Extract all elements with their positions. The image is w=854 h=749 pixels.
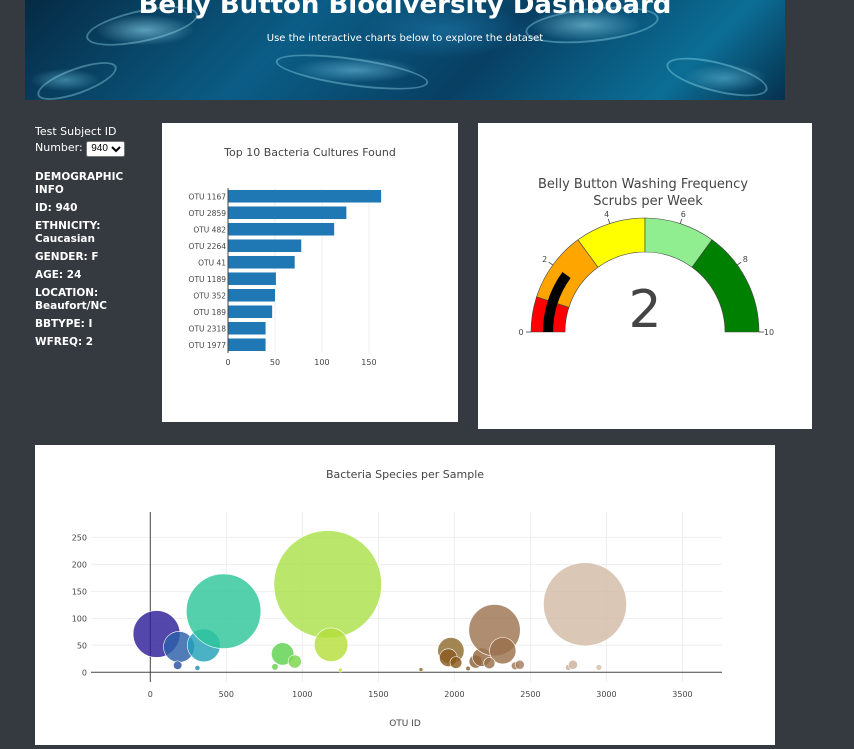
gauge-title-line2: Scrubs per Week xyxy=(593,194,703,209)
bubble-chart-panel: Bacteria Species per Sample OTU ID 0 500 1… xyxy=(35,445,775,745)
gauge-tick xyxy=(679,218,683,224)
gauge-tick-label: 4 xyxy=(604,210,609,219)
bar xyxy=(228,321,266,335)
gauge-tick-label: 0 xyxy=(518,328,523,337)
bubble-point xyxy=(287,654,302,669)
demographic-heading: DEMOGRAPHIC INFO xyxy=(35,171,124,196)
bubble-y-tick-label: 0 xyxy=(82,668,87,677)
bubble-point xyxy=(595,664,603,671)
bar xyxy=(228,206,347,220)
bar-category-label: OTU 189 xyxy=(193,308,226,317)
demographic-location: LOCATION: Beaufort/NC xyxy=(35,287,107,312)
demographic-info-panel: DEMOGRAPHIC INFO ID: 940 ETHNICITY: Cauc… xyxy=(35,171,155,354)
bubble-point xyxy=(543,562,627,647)
bubble-point xyxy=(185,573,262,649)
subject-id-select[interactable]: 940 xyxy=(86,140,126,157)
bar xyxy=(228,288,275,302)
bar-category-label: OTU 1189 xyxy=(189,275,227,284)
gauge-tick-label: 2 xyxy=(542,255,547,264)
gauge-tick-label: 8 xyxy=(743,255,748,264)
bubble-point xyxy=(173,660,183,670)
bubble-x-tick-label: 1000 xyxy=(292,690,312,699)
demographic-gender: GENDER: F xyxy=(35,251,99,263)
bar-category-label: OTU 2859 xyxy=(189,209,227,218)
bubble-y-tick-label: 150 xyxy=(72,587,87,596)
bubble-point xyxy=(568,659,578,670)
demographic-age: AGE: 24 xyxy=(35,269,82,281)
gauge-tick xyxy=(607,218,611,224)
bubble-point xyxy=(338,667,343,673)
selector-label: Test Subject ID xyxy=(35,125,117,138)
bubble-x-tick-label: 2000 xyxy=(444,690,464,699)
bar xyxy=(228,305,273,319)
bubble-point xyxy=(418,667,424,672)
bar-category-label: OTU 2264 xyxy=(189,242,227,251)
bar-category-label: OTU 352 xyxy=(193,291,226,300)
bubble-chart: Bacteria Species per Sample OTU ID 0 500 1… xyxy=(72,468,722,729)
gauge-title-line1: Belly Button Washing Frequency xyxy=(538,177,748,192)
bubble-x-tick-label: 3500 xyxy=(672,690,692,699)
gauge-chart: Belly Button Washing Frequency Scrubs pe… xyxy=(518,177,774,340)
bar-category-label: OTU 482 xyxy=(193,225,226,234)
bubble-point xyxy=(194,665,201,671)
subject-selector: Test Subject ID Number: 940 xyxy=(35,124,126,157)
demographic-id: ID: 940 xyxy=(35,202,78,214)
bar-chart-panel: Top 10 Bacteria Cultures Found 0 50 100 150… xyxy=(162,123,458,422)
demographic-bbtype: BBTYPE: I xyxy=(35,318,93,330)
demographic-ethnicity: ETHNICITY: Caucasian xyxy=(35,220,101,245)
bubble-y-tick-label: 250 xyxy=(72,533,87,542)
bubble-point xyxy=(483,657,496,670)
bar xyxy=(228,189,382,203)
bubble-x-tick-label: 2500 xyxy=(520,690,540,699)
bar xyxy=(228,255,295,269)
bar-category-label: OTU 2318 xyxy=(189,324,227,333)
bar-x-tick-label: 50 xyxy=(270,358,280,367)
bar-chart-title: Top 10 Bacteria Cultures Found xyxy=(223,146,396,159)
page-title: Belly Button Biodiversity Dashboard xyxy=(138,0,672,20)
page-subtitle: Use the interactive charts below to expl… xyxy=(266,33,544,44)
bar-x-tick-label: 150 xyxy=(361,358,376,367)
bubble-x-tick-label: 3000 xyxy=(596,690,616,699)
gauge-panel: Belly Button Washing Frequency Scrubs pe… xyxy=(478,123,812,429)
bubble-y-tick-label: 100 xyxy=(72,614,87,623)
bubble-x-tick-label: 0 xyxy=(148,690,153,699)
bubble-y-tick-label: 50 xyxy=(77,641,87,650)
bar-category-label: OTU 1977 xyxy=(189,341,227,350)
bubble-point xyxy=(449,656,463,669)
bar xyxy=(228,338,266,352)
bubble-point xyxy=(313,627,349,662)
bubble-y-tick-label: 200 xyxy=(72,560,87,569)
gauge-tick-label: 6 xyxy=(681,210,686,219)
gauge-step xyxy=(691,239,760,333)
bubble-x-tick-label: 1500 xyxy=(368,690,388,699)
bubble-point xyxy=(271,663,279,671)
bubble-point xyxy=(273,530,382,639)
bubble-x-tick-label: 500 xyxy=(219,690,234,699)
bubble-point xyxy=(465,665,471,672)
demographic-wfreq: WFREQ: 2 xyxy=(35,336,94,348)
bar-category-label: OTU 41 xyxy=(198,258,226,267)
bar-x-tick-label: 100 xyxy=(314,358,329,367)
header-banner: Belly Button Biodiversity Dashboard Use … xyxy=(25,0,785,100)
gauge-tick-label: 10 xyxy=(764,328,774,337)
bar xyxy=(228,239,302,253)
bar-x-tick-label: 0 xyxy=(225,358,230,367)
gauge-value-number: 2 xyxy=(628,280,661,340)
bar-chart: Top 10 Bacteria Cultures Found 0 50 100 150… xyxy=(189,146,396,367)
bubble-point xyxy=(514,659,525,670)
bubble-chart-title: Bacteria Species per Sample xyxy=(326,468,484,481)
bubble-x-axis-label: OTU ID xyxy=(389,719,421,729)
bar xyxy=(228,222,335,236)
gauge-tick xyxy=(736,261,742,266)
bar-category-label: OTU 1167 xyxy=(189,192,227,201)
selector-label-number: Number: xyxy=(35,141,83,154)
gauge-tick xyxy=(548,261,554,266)
bar xyxy=(228,272,276,286)
